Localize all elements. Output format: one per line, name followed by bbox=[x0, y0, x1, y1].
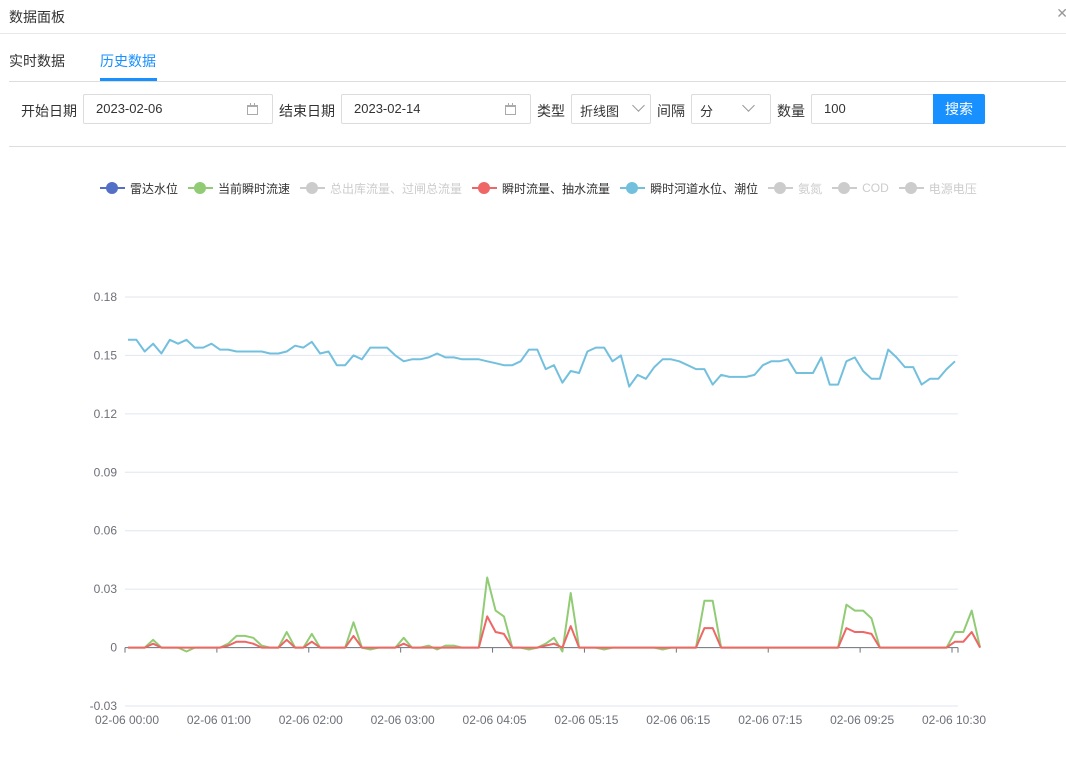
y-tick-label: 0.06 bbox=[94, 524, 118, 538]
y-tick-label: 0.18 bbox=[94, 290, 118, 304]
line-chart: -0.03 0 0.03 0.06 0.09 0.12 0.15 0.18 02-06 00:0… bbox=[90, 290, 987, 727]
x-tick-label: 02-06 00:00 bbox=[95, 713, 159, 727]
x-tick-label: 02-06 06:15 bbox=[646, 713, 710, 727]
y-tick-label: 0.15 bbox=[94, 348, 118, 362]
y-tick-label: 0 bbox=[110, 641, 117, 655]
x-tick-label: 02-06 07:15 bbox=[738, 713, 802, 727]
x-tick-label: 02-06 09:25 bbox=[830, 713, 894, 727]
x-tick-label: 02-06 03:00 bbox=[371, 713, 435, 727]
x-tick-label: 02-06 02:00 bbox=[279, 713, 343, 727]
x-tick-label: 02-06 04:05 bbox=[463, 713, 527, 727]
y-tick-label: -0.03 bbox=[90, 699, 118, 713]
series-line-2 bbox=[128, 615, 981, 649]
series-line-0 bbox=[128, 338, 956, 388]
y-tick-label: 0.12 bbox=[94, 407, 118, 421]
x-tick-label: 02-06 10:30 bbox=[922, 713, 986, 727]
x-tick-label: 02-06 05:15 bbox=[554, 713, 618, 727]
y-tick-label: 0.09 bbox=[94, 465, 118, 479]
y-tick-label: 0.03 bbox=[94, 582, 118, 596]
x-tick-label: 02-06 01:00 bbox=[187, 713, 251, 727]
series-line-1 bbox=[128, 576, 982, 653]
